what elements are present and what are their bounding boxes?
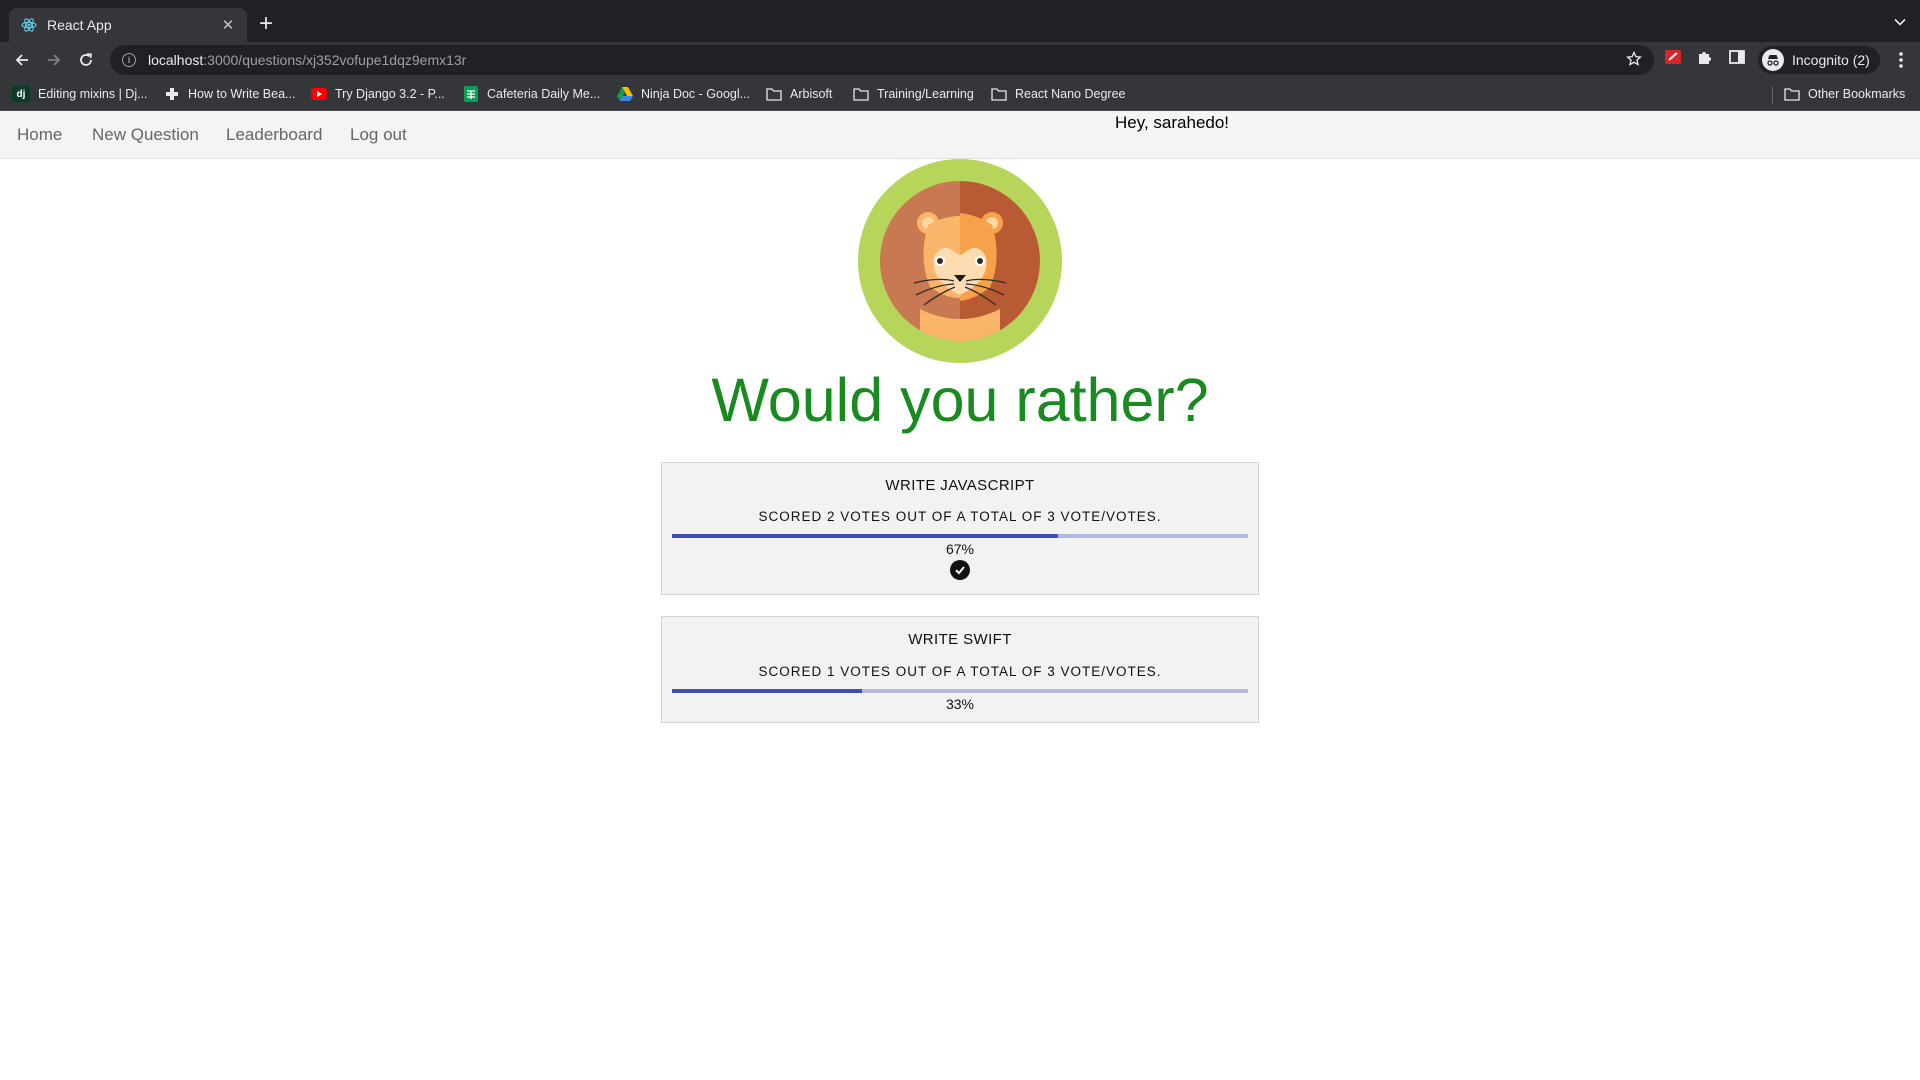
- bookmark-label: Arbisoft: [790, 87, 833, 101]
- bookmark-folder[interactable]: Arbisoft: [766, 86, 832, 102]
- option-percent: 67%: [945, 541, 975, 557]
- browser-tab-active[interactable]: React App ✕: [9, 8, 247, 42]
- new-tab-icon[interactable]: +: [259, 12, 273, 36]
- profile-label: Incognito (2): [1792, 52, 1870, 68]
- option-text: WRITE JAVASCRIPT: [885, 477, 1035, 494]
- django-icon: dj: [12, 86, 30, 102]
- extensions-area: [1664, 48, 1746, 71]
- bookmark-item[interactable]: Cafeteria Daily Me...: [463, 86, 600, 102]
- bookmark-label: Cafeteria Daily Me...: [487, 87, 601, 101]
- option-score: SCORED 1 VOTES OUT OF A TOTAL OF 3 VOTE/…: [758, 664, 1162, 679]
- folder-icon: [991, 86, 1007, 102]
- option-text: WRITE SWIFT: [908, 631, 1012, 648]
- bookmark-item[interactable]: How to Write Bea...: [164, 86, 295, 102]
- progress-fill: [672, 534, 1058, 538]
- option-percent: 33%: [945, 696, 975, 712]
- option-card-2: WRITE SWIFT SCORED 1 VOTES OUT OF A TOTA…: [661, 616, 1259, 723]
- incognito-icon: [1762, 49, 1784, 71]
- bookmark-item[interactable]: Try Django 3.2 - P...: [311, 86, 445, 102]
- forward-arrow-icon[interactable]: [42, 48, 66, 72]
- check-circle-icon: [950, 560, 970, 580]
- bookmark-label: Editing mixins | Dj...: [38, 87, 148, 101]
- author-avatar: [858, 159, 1062, 363]
- user-greeting: Hey, sarahedo!: [1115, 113, 1230, 132]
- bookmark-label: Training/Learning: [877, 87, 974, 101]
- bookmark-label: Other Bookmarks: [1808, 87, 1906, 101]
- bookmark-label: Ninja Doc - Googl...: [641, 87, 751, 101]
- incognito-profile-chip[interactable]: Incognito (2): [1758, 46, 1880, 74]
- bookmarks-divider: [1772, 86, 1773, 104]
- question-title: Would you rather?: [711, 366, 1209, 434]
- sheets-icon: [463, 86, 479, 102]
- app-navbar: Home New Question Leaderboard Log out He…: [0, 111, 1920, 159]
- bookmark-label: React Nano Degree: [1015, 87, 1126, 101]
- bookmark-star-icon[interactable]: [1626, 50, 1642, 72]
- tab-title: React App: [47, 17, 112, 33]
- nav-new-question-link[interactable]: New Question: [92, 125, 199, 145]
- bookmark-label: Try Django 3.2 - P...: [335, 87, 445, 101]
- reload-icon[interactable]: [74, 48, 98, 72]
- browser-tabstrip: React App ✕ +: [0, 0, 1920, 42]
- medical-cross-icon: [164, 86, 180, 102]
- youtube-icon: [311, 86, 327, 102]
- back-arrow-icon[interactable]: [10, 48, 34, 72]
- bookmark-folder[interactable]: Training/Learning: [853, 86, 974, 102]
- url-host: localhost: [148, 52, 204, 68]
- option-score: SCORED 2 VOTES OUT OF A TOTAL OF 3 VOTE/…: [758, 509, 1162, 524]
- nav-logout-link[interactable]: Log out: [350, 125, 407, 145]
- nav-home-link[interactable]: Home: [17, 125, 62, 145]
- browser-menu-icon[interactable]: [1898, 50, 1904, 75]
- folder-icon: [1784, 86, 1800, 102]
- url-path: :3000/questions/xj352vofupe1dqz9emx13r: [203, 52, 467, 68]
- other-bookmarks-folder[interactable]: Other Bookmarks: [1784, 86, 1905, 102]
- progress-fill: [672, 689, 863, 693]
- tab-close-icon[interactable]: ✕: [219, 16, 237, 34]
- progress-track: [672, 534, 1248, 538]
- bookmark-item[interactable]: Ninja Doc - Googl...: [617, 86, 750, 102]
- address-bar[interactable]: i localhost:3000/questions/xj352vofupe1d…: [110, 45, 1654, 75]
- progress-track: [672, 689, 1248, 693]
- browser-toolbar: i localhost:3000/questions/xj352vofupe1d…: [0, 42, 1920, 78]
- drive-icon: [617, 86, 633, 102]
- nav-leaderboard-link[interactable]: Leaderboard: [226, 125, 322, 145]
- folder-icon: [766, 86, 782, 102]
- bookmarks-bar: dj Editing mixins | Dj... How to Write B…: [0, 78, 1920, 111]
- side-panel-icon[interactable]: [1728, 48, 1746, 71]
- red-extension-icon[interactable]: [1664, 48, 1682, 71]
- tab-search-chevron-icon[interactable]: [1894, 15, 1906, 27]
- bookmark-folder[interactable]: React Nano Degree: [991, 86, 1125, 102]
- bookmark-item[interactable]: dj Editing mixins | Dj...: [12, 86, 148, 102]
- option-card-1: WRITE JAVASCRIPT SCORED 2 VOTES OUT OF A…: [661, 462, 1259, 595]
- puzzle-extensions-icon[interactable]: [1696, 48, 1714, 71]
- site-info-icon[interactable]: i: [122, 53, 136, 67]
- react-icon: [21, 17, 37, 33]
- folder-icon: [853, 86, 869, 102]
- bookmark-label: How to Write Bea...: [188, 87, 296, 101]
